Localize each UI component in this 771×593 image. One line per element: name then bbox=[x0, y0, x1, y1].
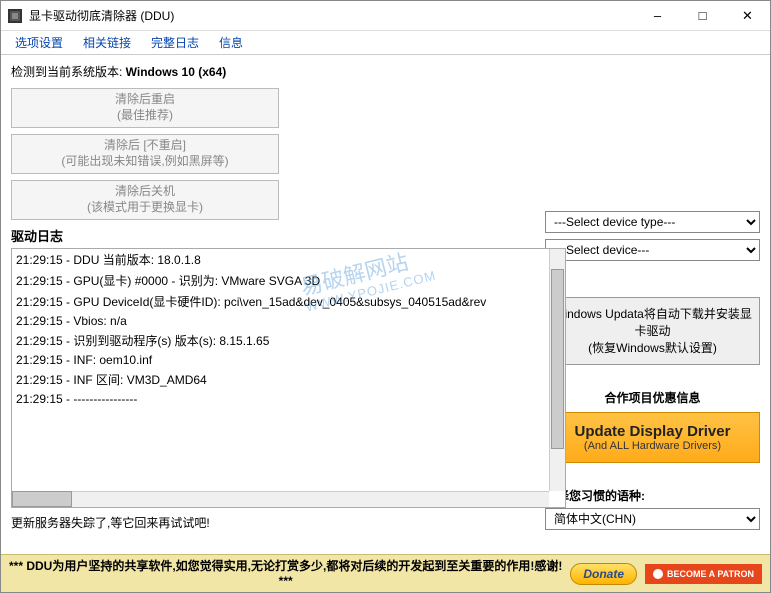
wu-line2: (恢复Windows默认设置) bbox=[550, 340, 755, 357]
windows-update-button[interactable]: Windows Updata将自动下载并安装显卡驱动 (恢复Windows默认设… bbox=[545, 297, 760, 365]
scroll-thumb-v[interactable] bbox=[551, 269, 564, 449]
window-title: 显卡驱动彻底清除器 (DDU) bbox=[29, 7, 635, 24]
device-row: ---Select device--- bbox=[545, 239, 760, 261]
btn1-line2: (最佳推荐) bbox=[117, 108, 173, 124]
ddb-line2: (And ALL Hardware Drivers) bbox=[550, 440, 755, 452]
btn2-line2: (可能出现未知错误,例如黑屏等) bbox=[61, 154, 228, 170]
scroll-thumb-h[interactable] bbox=[12, 491, 72, 507]
device-type-select[interactable]: ---Select device type--- bbox=[545, 211, 760, 233]
minimize-button[interactable]: – bbox=[635, 1, 680, 30]
patreon-label: BECOME A PATRON bbox=[667, 569, 754, 579]
btn3-line2: (该模式用于更换显卡) bbox=[87, 200, 203, 216]
window-controls: – □ ✕ bbox=[635, 1, 770, 30]
language-label: 选择您习惯的语种: bbox=[545, 487, 760, 504]
ddb-line1: Update Display Driver bbox=[550, 423, 755, 440]
partner-title: 合作项目优惠信息 bbox=[545, 389, 760, 406]
log-line[interactable]: 21:29:15 - ---------------- bbox=[12, 390, 565, 408]
status-line: 更新服务器失踪了,等它回来再试试吧! bbox=[11, 514, 529, 531]
menubar: 选项设置 相关链接 完整日志 信息 bbox=[1, 31, 770, 55]
os-value: Windows 10 (x64) bbox=[126, 65, 227, 79]
btn1-line1: 清除后重启 bbox=[115, 92, 175, 108]
patreon-icon bbox=[653, 569, 663, 579]
scrollbar-vertical[interactable] bbox=[549, 249, 565, 491]
os-detection: 检测到当前系统版本: Windows 10 (x64) bbox=[11, 63, 529, 80]
clean-restart-button[interactable]: 清除后重启 (最佳推荐) bbox=[11, 88, 279, 128]
menu-logs[interactable]: 完整日志 bbox=[141, 31, 209, 54]
btn3-line1: 清除后关机 bbox=[115, 184, 175, 200]
titlebar: 显卡驱动彻底清除器 (DDU) – □ ✕ bbox=[1, 1, 770, 31]
log-line[interactable]: 21:29:15 - DDU 当前版本: 18.0.1.8 bbox=[12, 249, 565, 270]
right-column: ---Select device type--- ---Select devic… bbox=[545, 63, 760, 531]
log-line[interactable]: 21:29:15 - GPU DeviceId(显卡硬件ID): pci\ven… bbox=[12, 291, 565, 312]
footer-text: *** DDU为用户坚持的共享软件,如您觉得实用,无论打赏多少,都将对后续的开发… bbox=[9, 559, 562, 588]
log-line[interactable]: 21:29:15 - Vbios: n/a bbox=[12, 312, 565, 330]
log-box[interactable]: 21:29:15 - DDU 当前版本: 18.0.1.821:29:15 - … bbox=[11, 248, 566, 508]
log-line[interactable]: 21:29:15 - INF: oem10.inf bbox=[12, 351, 565, 369]
log-section-title: 驱动日志 bbox=[11, 226, 529, 245]
log-line[interactable]: 21:29:15 - 识别到驱动程序(s) 版本(s): 8.15.1.65 bbox=[12, 330, 565, 351]
menu-options[interactable]: 选项设置 bbox=[5, 31, 73, 54]
wu-line1: Windows Updata将自动下载并安装显卡驱动 bbox=[550, 306, 755, 340]
app-icon bbox=[7, 8, 23, 24]
log-line[interactable]: 21:29:15 - GPU(显卡) #0000 - 识别为: VMware S… bbox=[12, 270, 565, 291]
footer: *** DDU为用户坚持的共享软件,如您觉得实用,无论打赏多少,都将对后续的开发… bbox=[1, 554, 770, 592]
clean-shutdown-button[interactable]: 清除后关机 (该模式用于更换显卡) bbox=[11, 180, 279, 220]
patreon-button[interactable]: BECOME A PATRON bbox=[645, 564, 762, 584]
close-button[interactable]: ✕ bbox=[725, 1, 770, 30]
update-display-driver-button[interactable]: Update Display Driver (And ALL Hardware … bbox=[545, 412, 760, 463]
device-select[interactable]: ---Select device--- bbox=[545, 239, 760, 261]
log-lines: 21:29:15 - DDU 当前版本: 18.0.1.821:29:15 - … bbox=[12, 249, 565, 408]
clean-norestart-button[interactable]: 清除后 [不重启] (可能出现未知错误,例如黑屏等) bbox=[11, 134, 279, 174]
os-label: 检测到当前系统版本: bbox=[11, 65, 126, 79]
donate-button[interactable]: Donate bbox=[570, 563, 637, 585]
maximize-button[interactable]: □ bbox=[680, 1, 725, 30]
btn2-line1: 清除后 [不重启] bbox=[104, 138, 186, 154]
device-type-row: ---Select device type--- bbox=[545, 211, 760, 233]
scrollbar-horizontal[interactable] bbox=[12, 491, 549, 507]
language-select[interactable]: 简体中文(CHN) bbox=[545, 508, 760, 530]
left-column: 检测到当前系统版本: Windows 10 (x64) 清除后重启 (最佳推荐)… bbox=[11, 63, 529, 531]
menu-info[interactable]: 信息 bbox=[209, 31, 253, 54]
log-line[interactable]: 21:29:15 - INF 区间: VM3D_AMD64 bbox=[12, 369, 565, 390]
main-content: 检测到当前系统版本: Windows 10 (x64) 清除后重启 (最佳推荐)… bbox=[1, 55, 770, 531]
menu-links[interactable]: 相关链接 bbox=[73, 31, 141, 54]
